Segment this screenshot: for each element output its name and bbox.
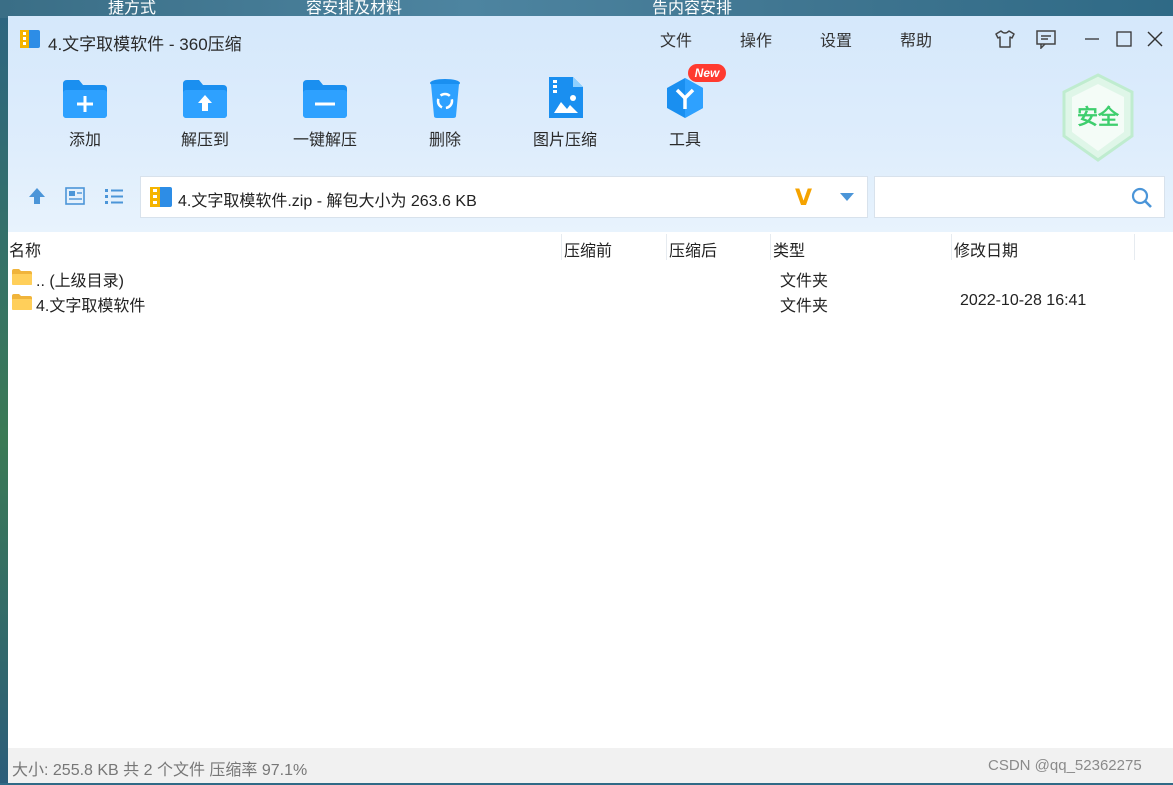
file-type: 文件夹: [780, 298, 829, 315]
column-header-type[interactable]: 类型: [773, 237, 805, 261]
folder-icon: [12, 269, 32, 285]
status-bar: 大小: 255.8 KB 共 2 个文件 压缩率 97.1% CSDN @qq_…: [8, 748, 1173, 783]
search-input[interactable]: [883, 185, 1127, 211]
security-shield-icon: 安全: [1062, 73, 1134, 162]
status-text: 大小: 255.8 KB 共 2 个文件 压缩率 97.1%: [12, 762, 308, 779]
column-header-modified[interactable]: 修改日期: [954, 237, 1018, 261]
extract-to-button[interactable]: 解压到: [160, 76, 250, 160]
close-icon[interactable]: [1144, 28, 1166, 50]
feedback-message-icon[interactable]: [1035, 28, 1057, 50]
add-button[interactable]: 添加: [40, 76, 130, 160]
table-row[interactable]: .. (上级目录) 文件夹: [8, 264, 1173, 290]
archive-path-text: 4.文字取模软件.zip - 解包大小为 263.6 KB: [178, 193, 477, 210]
one-click-extract-button[interactable]: 一键解压: [280, 76, 370, 160]
watermark-text: CSDN @qq_52362275: [988, 757, 1142, 774]
image-compress-label: 图片压缩: [532, 132, 597, 149]
column-divider[interactable]: [666, 234, 667, 260]
minimize-icon[interactable]: [1081, 28, 1103, 50]
one-click-extract-label: 一键解压: [292, 132, 357, 149]
desktop-background-left: [0, 18, 8, 785]
search-box: [874, 176, 1165, 218]
folder-icon: [12, 294, 32, 310]
image-compress-icon: [549, 77, 583, 118]
column-header-name[interactable]: 名称: [9, 237, 41, 261]
column-divider[interactable]: [951, 234, 952, 260]
menu-operation[interactable]: 操作: [740, 27, 772, 51]
file-name: .. (上级目录): [36, 273, 124, 290]
thumbnail-view-icon[interactable]: [63, 184, 87, 208]
column-header-size-after[interactable]: 压缩后: [669, 237, 717, 261]
file-name: 4.文字取模软件: [36, 298, 146, 315]
skin-shirt-icon[interactable]: [994, 28, 1016, 50]
zip-file-icon: [150, 187, 172, 207]
menu-help[interactable]: 帮助: [900, 27, 932, 51]
column-divider[interactable]: [770, 234, 771, 260]
archive-window: 4.文字取模软件 - 360压缩 文件 操作 设置 帮助 添加 解压到 一键解压…: [8, 16, 1173, 783]
window-header: 4.文字取模软件 - 360压缩 文件 操作 设置 帮助 添加 解压到 一键解压…: [8, 16, 1173, 232]
archive-app-icon: [20, 30, 40, 48]
file-type: 文件夹: [780, 273, 829, 290]
table-row[interactable]: 4.文字取模软件 文件夹 2022-10-28 16:41: [8, 289, 1173, 315]
tools-button[interactable]: 工具: [640, 76, 730, 160]
security-label: 安全: [1077, 105, 1120, 129]
archive-path-bar[interactable]: 4.文字取模软件.zip - 解包大小为 263.6 KB V: [140, 176, 868, 218]
delete-label: 删除: [428, 132, 461, 149]
list-view-icon[interactable]: [102, 184, 126, 208]
menu-settings[interactable]: 设置: [820, 27, 852, 51]
column-divider[interactable]: [1134, 234, 1135, 260]
add-folder-icon: [63, 80, 107, 118]
extract-to-icon: [183, 80, 227, 118]
tools-label: 工具: [668, 132, 701, 149]
one-click-extract-icon: [303, 80, 347, 118]
extract-to-label: 解压到: [180, 132, 229, 149]
column-divider[interactable]: [561, 234, 562, 260]
window-title: 4.文字取模软件 - 360压缩: [48, 35, 242, 54]
modified-date: 2022-10-28 16:41: [960, 292, 1087, 309]
add-label: 添加: [68, 132, 101, 149]
new-badge: New: [688, 64, 726, 82]
maximize-icon[interactable]: [1113, 28, 1135, 50]
search-icon[interactable]: [1129, 185, 1155, 211]
delete-button[interactable]: 删除: [400, 76, 490, 160]
tools-icon: [667, 78, 703, 118]
security-shield[interactable]: 安全: [1060, 72, 1136, 169]
path-dropdown-chevron-icon[interactable]: [835, 185, 859, 209]
column-header-size-before[interactable]: 压缩前: [564, 237, 612, 261]
delete-icon: [430, 79, 460, 118]
image-compress-button[interactable]: 图片压缩: [520, 76, 610, 160]
up-level-icon[interactable]: [25, 184, 49, 208]
menu-file[interactable]: 文件: [660, 27, 692, 51]
vip-v-icon[interactable]: V: [795, 186, 812, 211]
